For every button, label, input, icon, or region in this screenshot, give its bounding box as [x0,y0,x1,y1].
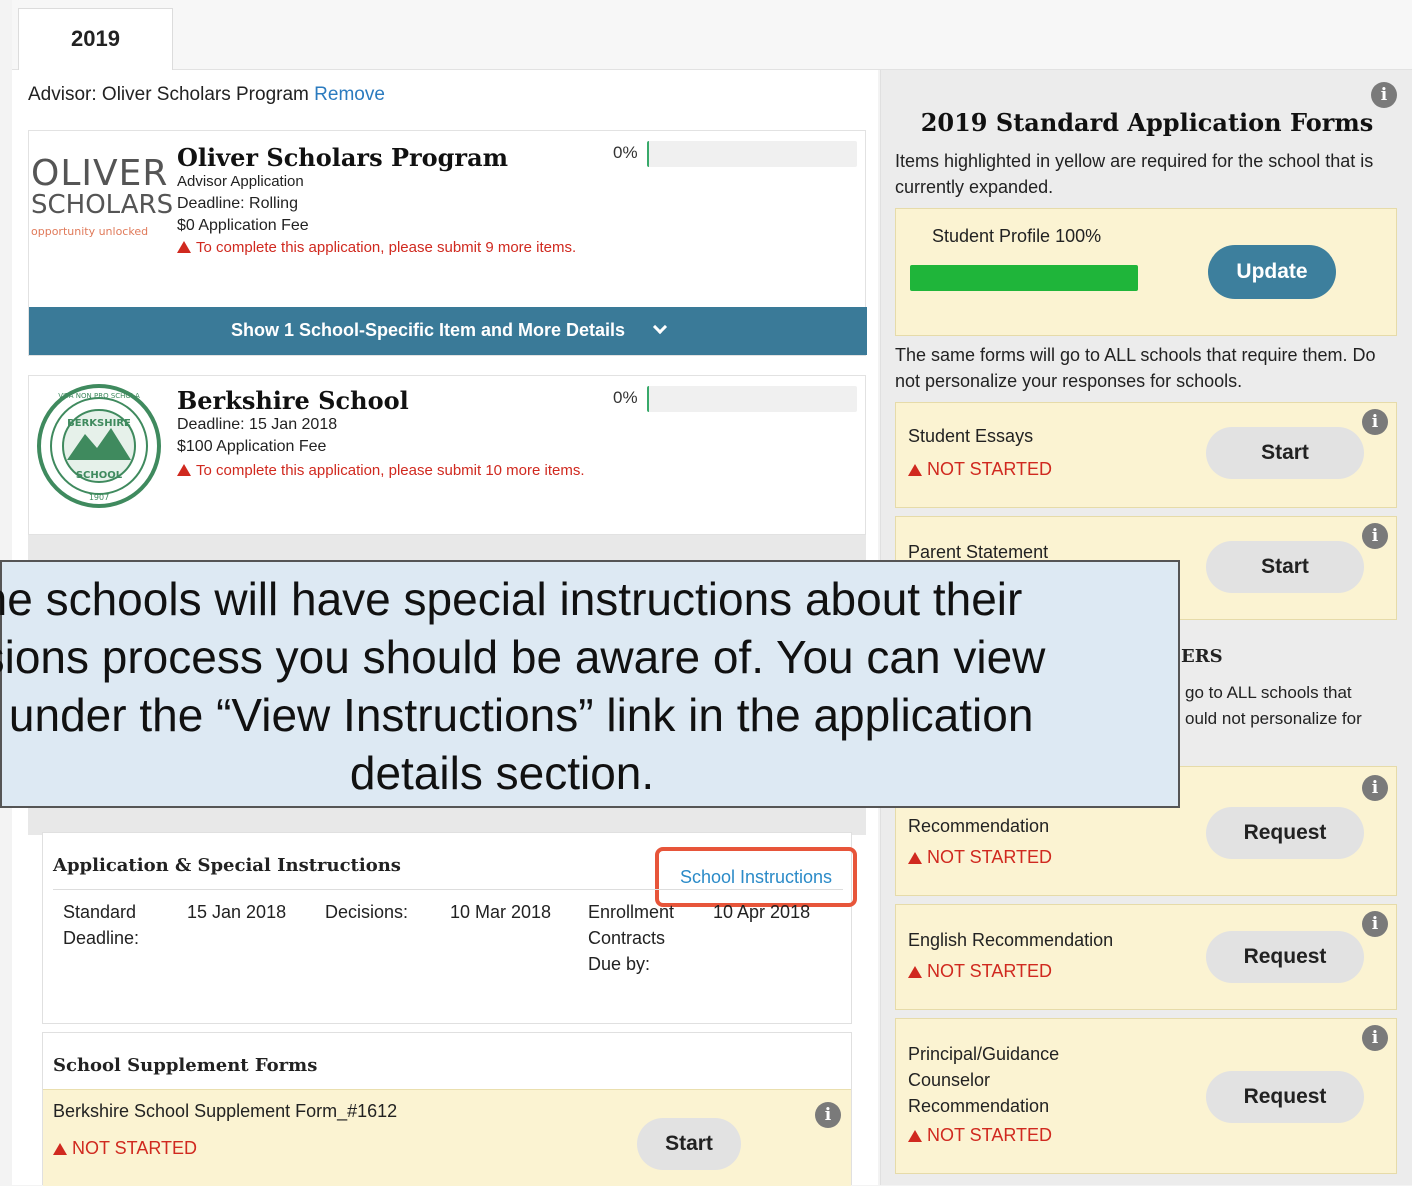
berkshire-fee: $100 Application Fee [177,438,327,455]
warning-icon [177,464,191,476]
show-details-button[interactable]: Show 1 School-Specific Item and More Det… [29,307,867,355]
berkshire-application-card: BERKSHIRE SCHOOL VITA NON PRO SCHOLA 190… [28,375,866,535]
tutorial-callout: ne schools will have special instruction… [0,560,1180,808]
enrollment-value: 10 Apr 2018 [713,902,811,922]
seal-text-bottom: SCHOOL [76,470,123,481]
logo-text-oliver: OLIVER [31,153,169,194]
principal-recommendation-status: NOT STARTED [908,1125,1052,1146]
warning-icon [908,1130,922,1142]
remove-advisor-link[interactable]: Remove [314,84,385,105]
info-icon[interactable]: i [1362,775,1388,801]
student-essays-status: NOT STARTED [908,459,1052,480]
oliver-type: Advisor Application [177,173,304,190]
berkshire-percent: 0% [613,388,638,407]
recommendation-label: Recommendation [908,816,1050,836]
logo-tagline: opportunity unlocked [31,225,149,238]
enrollment-label: Enrollment Contracts Due by: [588,902,675,974]
recommenders-heading: ERS [1181,646,1223,667]
supplement-form-name: Berkshire School Supplement Form_#1612 [53,1101,398,1121]
logo-text-scholars: SCHOLARS [31,190,174,220]
student-essays-box: Student Essays NOT STARTED Start i [895,402,1397,508]
student-profile-box: Student Profile 100% Update [895,208,1397,336]
standard-deadline-label: Standard Deadline: [63,902,140,948]
oliver-application-card: OLIVER SCHOLARS opportunity unlocked Oli… [28,130,867,356]
warning-icon [53,1143,67,1155]
show-details-label: Show 1 School-Specific Item and More Det… [230,320,626,340]
chevron-down-icon [652,319,668,335]
principal-recommendation-label: Principal/Guidance Counselor Recommendat… [908,1044,1060,1116]
info-icon[interactable]: i [1362,911,1388,937]
parent-statement-start-button[interactable]: Start [1206,541,1364,593]
berkshire-title: Berkshire School [177,386,409,415]
berkshire-deadline: Deadline: 15 Jan 2018 [177,416,338,433]
oliver-scholars-logo: OLIVER SCHOLARS opportunity unlocked [31,153,174,239]
warning-icon [177,241,191,253]
english-recommendation-status: NOT STARTED [908,961,1052,982]
berkshire-progress-bar [647,386,857,412]
info-icon[interactable]: i [1362,409,1388,435]
seal-text-ring: VITA NON PRO SCHOLA [58,392,140,400]
english-recommendation-box: English Recommendation NOT STARTED Reque… [895,904,1397,1010]
recommenders-note-line2: ould not personalize for [1185,709,1362,728]
recommendation-status: NOT STARTED [908,847,1052,868]
section-title: Application & Special Instructions [53,855,401,876]
oliver-progress-bar [647,141,857,167]
info-icon[interactable]: i [1362,523,1388,549]
info-icon[interactable]: i [1371,82,1397,108]
tab-bar: 2019 [12,0,1412,72]
decisions-value: 10 Mar 2018 [450,902,552,922]
student-essays-label: Student Essays [908,426,1034,446]
seal-text-top: BERKSHIRE [67,418,131,429]
info-icon[interactable]: i [815,1102,841,1128]
supplement-start-button[interactable]: Start [637,1118,741,1170]
english-recommendation-request-button[interactable]: Request [1206,931,1364,983]
section-title: School Supplement Forms [53,1055,318,1076]
callout-line-2: ssions process you should be aware of. Y… [0,631,1046,683]
callout-line-4: details section. [349,747,655,799]
oliver-warning: To complete this application, please sub… [177,237,597,259]
supplement-form-row: Berkshire School Supplement Form_#1612 N… [43,1089,851,1186]
warning-icon [908,464,922,476]
berkshire-seal-logo: BERKSHIRE SCHOOL VITA NON PRO SCHOLA 190… [37,384,161,508]
oliver-deadline: Deadline: Rolling [177,195,298,212]
advisor-line: Advisor: Oliver Scholars Program Remove [28,84,385,106]
standard-forms-title: 2019 Standard Application Forms [920,108,1374,137]
decisions-label: Decisions: [325,902,409,922]
callout-text: ne schools will have special instruction… [0,570,1082,802]
warning-icon [908,966,922,978]
oliver-title: Oliver Scholars Program [177,143,509,172]
school-supplement-section: School Supplement Forms Berkshire School… [42,1032,852,1186]
oliver-percent: 0% [613,143,638,162]
same-forms-note: The same forms will go to ALL schools th… [895,345,1376,391]
info-icon[interactable]: i [1362,1025,1388,1051]
supplement-status: NOT STARTED [53,1138,197,1159]
english-recommendation-label: English Recommendation [908,930,1114,950]
recommendation-request-button[interactable]: Request [1206,807,1364,859]
principal-recommendation-request-button[interactable]: Request [1206,1071,1364,1123]
callout-line-1: ne schools will have special instruction… [0,573,1023,625]
berkshire-warning: To complete this application, please sub… [177,460,597,482]
yellow-note: Items highlighted in yellow are required… [895,151,1374,197]
update-button[interactable]: Update [1208,245,1336,299]
student-profile-label: Student Profile 100% [932,226,1102,246]
tab-2019[interactable]: 2019 [18,8,173,72]
standard-deadline-value: 15 Jan 2018 [187,902,287,922]
application-instructions-section: Application & Special Instructions Schoo… [42,832,857,1024]
principal-recommendation-box: Principal/Guidance Counselor Recommendat… [895,1018,1397,1174]
divider [53,889,843,890]
school-instructions-link[interactable]: School Instructions [655,847,857,907]
oliver-fee: $0 Application Fee [177,217,309,234]
student-essays-start-button[interactable]: Start [1206,427,1364,479]
seal-text-year: 1907 [89,493,109,502]
recommenders-note-line1: go to ALL schools that [1185,683,1352,702]
advisor-label: Advisor: Oliver Scholars Program [28,84,309,105]
profile-progress-bar [910,265,1138,291]
callout-line-3: e under the “View Instructions” link in … [0,689,1034,741]
warning-icon [908,852,922,864]
